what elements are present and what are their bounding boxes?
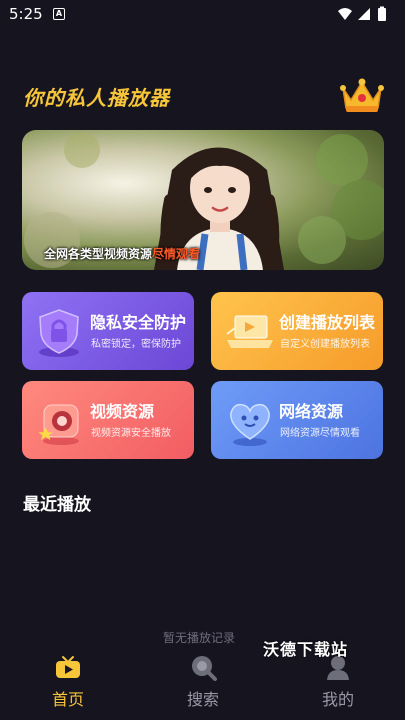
network-card-subtitle: 网络资源尽情观看 — [280, 428, 360, 439]
search-icon — [192, 656, 217, 681]
signal-icon — [358, 8, 370, 20]
banner-caption: 全网各类型视频资源尽情观看 — [44, 245, 200, 262]
banner-caption-main: 全网各类型视频资源 — [44, 247, 153, 261]
nav-search[interactable]: 搜索 — [163, 653, 243, 710]
nav-mine-label: 我的 — [321, 690, 354, 709]
nav-mine[interactable]: 我的 — [298, 653, 378, 710]
playlist-laptop-icon — [226, 315, 273, 348]
playlist-card[interactable]: 创建播放列表 自定义创建播放列表 — [211, 292, 383, 370]
notification-icon: A — [53, 8, 65, 20]
status-bar: 5:25 A — [0, 0, 405, 30]
nav-search-label: 搜索 — [186, 690, 219, 709]
watermark-text: 沃德下载站 — [263, 640, 349, 659]
network-card-title: 网络资源 — [279, 402, 344, 421]
status-icons — [338, 6, 386, 21]
video-card-title: 视频资源 — [90, 402, 155, 421]
status-time: 5:25 — [9, 5, 43, 23]
empty-recent-text: 暂无播放记录 — [163, 631, 236, 645]
shield-lock-icon — [39, 309, 79, 357]
recent-section-title: 最近播放 — [23, 495, 91, 515]
nav-home-label: 首页 — [51, 690, 84, 709]
app-title: 你的私人播放器 — [23, 86, 170, 110]
playlist-card-title: 创建播放列表 — [279, 313, 376, 332]
privacy-card-title: 隐私安全防护 — [90, 313, 187, 332]
video-card-subtitle: 视频资源安全播放 — [91, 428, 171, 439]
heart-network-icon — [230, 403, 270, 446]
network-card[interactable]: 网络资源 网络资源尽情观看 — [211, 381, 383, 459]
privacy-card-subtitle: 私密锁定，密保防护 — [91, 339, 181, 350]
crown-icon[interactable] — [339, 74, 385, 116]
wifi-icon — [338, 8, 352, 20]
nav-home[interactable]: 首页 — [28, 653, 108, 710]
banner[interactable]: 全网各类型视频资源尽情观看 — [22, 130, 384, 270]
banner-caption-highlight: 尽情观看 — [152, 247, 201, 261]
privacy-card[interactable]: 隐私安全防护 私密锁定，密保防护 — [22, 292, 194, 370]
camera-icon — [38, 404, 79, 445]
tv-icon — [56, 656, 80, 678]
playlist-card-subtitle: 自定义创建播放列表 — [280, 339, 370, 350]
battery-icon — [378, 6, 386, 21]
video-card[interactable]: 视频资源 视频资源安全播放 — [22, 381, 194, 459]
